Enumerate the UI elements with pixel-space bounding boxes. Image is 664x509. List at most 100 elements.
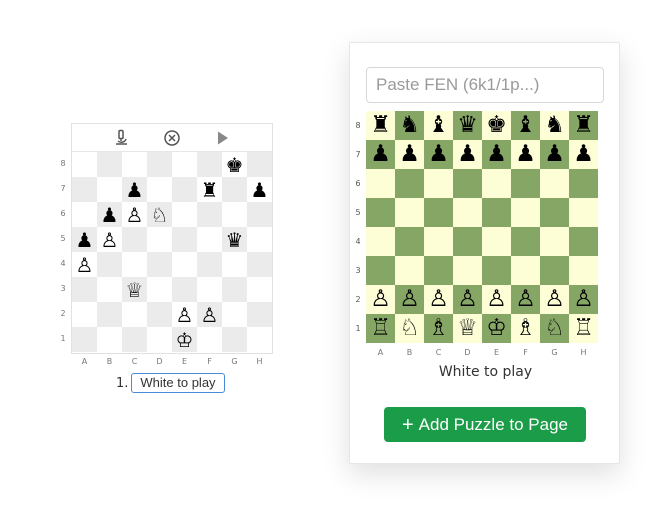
black-king-icon[interactable]: ♚ — [486, 114, 507, 137]
editor-square-c6[interactable] — [424, 169, 453, 198]
play-icon[interactable] — [212, 127, 234, 149]
puzzle-square-g5[interactable]: ♛ — [222, 227, 247, 252]
white-pawn-icon[interactable]: ♙ — [428, 288, 449, 311]
editor-square-e1[interactable]: ♔ — [482, 314, 511, 343]
puzzle-square-b5[interactable]: ♙ — [97, 227, 122, 252]
puzzle-square-h2[interactable] — [247, 302, 272, 327]
editor-square-h4[interactable] — [569, 227, 598, 256]
white-pawn-icon[interactable]: ♙ — [573, 288, 594, 311]
puzzle-square-b3[interactable] — [97, 277, 122, 302]
white-rook-icon[interactable]: ♖ — [370, 317, 391, 340]
editor-square-d1[interactable]: ♕ — [453, 314, 482, 343]
editor-square-c3[interactable] — [424, 256, 453, 285]
puzzle-square-g3[interactable] — [222, 277, 247, 302]
puzzle-square-f8[interactable] — [197, 152, 222, 177]
white-pawn-icon[interactable]: ♙ — [176, 305, 194, 325]
editor-square-g1[interactable]: ♘ — [540, 314, 569, 343]
editor-square-f1[interactable]: ♗ — [511, 314, 540, 343]
editor-square-a6[interactable] — [366, 169, 395, 198]
fen-input[interactable]: Paste FEN (6k1/1p...) — [366, 67, 604, 103]
puzzle-square-b6[interactable]: ♟ — [97, 202, 122, 227]
editor-square-a8[interactable]: ♜ — [366, 111, 395, 140]
black-pawn-icon[interactable]: ♟ — [486, 143, 507, 166]
puzzle-square-c3[interactable]: ♕ — [122, 277, 147, 302]
clear-icon[interactable] — [161, 127, 183, 149]
black-pawn-icon[interactable]: ♟ — [101, 205, 119, 225]
puzzle-square-d5[interactable] — [147, 227, 172, 252]
add-puzzle-button[interactable]: + Add Puzzle to Page — [384, 407, 586, 442]
black-pawn-icon[interactable]: ♟ — [428, 143, 449, 166]
puzzle-square-d4[interactable] — [147, 252, 172, 277]
move-input[interactable]: White to play — [131, 373, 225, 393]
puzzle-square-e2[interactable]: ♙ — [172, 302, 197, 327]
editor-square-a1[interactable]: ♖ — [366, 314, 395, 343]
editor-square-c1[interactable]: ♗ — [424, 314, 453, 343]
puzzle-square-d7[interactable] — [147, 177, 172, 202]
white-rook-icon[interactable]: ♖ — [573, 317, 594, 340]
black-bishop-icon[interactable]: ♝ — [428, 114, 449, 137]
white-pawn-icon[interactable]: ♙ — [399, 288, 420, 311]
white-knight-icon[interactable]: ♘ — [151, 205, 169, 225]
white-pawn-icon[interactable]: ♙ — [126, 205, 144, 225]
puzzle-square-c8[interactable] — [122, 152, 147, 177]
editor-square-a2[interactable]: ♙ — [366, 285, 395, 314]
white-pawn-icon[interactable]: ♙ — [370, 288, 391, 311]
puzzle-square-f3[interactable] — [197, 277, 222, 302]
puzzle-square-d1[interactable] — [147, 327, 172, 352]
editor-square-c2[interactable]: ♙ — [424, 285, 453, 314]
editor-square-d4[interactable] — [453, 227, 482, 256]
editor-square-g8[interactable]: ♞ — [540, 111, 569, 140]
black-bishop-icon[interactable]: ♝ — [515, 114, 536, 137]
puzzle-square-h1[interactable] — [247, 327, 272, 352]
puzzle-square-e5[interactable] — [172, 227, 197, 252]
white-pawn-icon[interactable]: ♙ — [486, 288, 507, 311]
editor-square-d5[interactable] — [453, 198, 482, 227]
puzzle-square-c1[interactable] — [122, 327, 147, 352]
editor-square-d6[interactable] — [453, 169, 482, 198]
white-bishop-icon[interactable]: ♗ — [428, 317, 449, 340]
editor-square-c5[interactable] — [424, 198, 453, 227]
editor-square-g3[interactable] — [540, 256, 569, 285]
black-pawn-icon[interactable]: ♟ — [126, 180, 144, 200]
white-queen-icon[interactable]: ♕ — [457, 317, 478, 340]
editor-square-h2[interactable]: ♙ — [569, 285, 598, 314]
editor-square-a5[interactable] — [366, 198, 395, 227]
puzzle-square-e6[interactable] — [172, 202, 197, 227]
puzzle-square-a7[interactable] — [72, 177, 97, 202]
white-knight-icon[interactable]: ♘ — [399, 317, 420, 340]
puzzle-square-b4[interactable] — [97, 252, 122, 277]
white-pawn-icon[interactable]: ♙ — [544, 288, 565, 311]
puzzle-square-a6[interactable] — [72, 202, 97, 227]
editor-square-g2[interactable]: ♙ — [540, 285, 569, 314]
editor-square-h5[interactable] — [569, 198, 598, 227]
black-pawn-icon[interactable]: ♟ — [573, 143, 594, 166]
white-king-icon[interactable]: ♔ — [486, 317, 507, 340]
editor-square-e7[interactable]: ♟ — [482, 140, 511, 169]
puzzle-square-b8[interactable] — [97, 152, 122, 177]
editor-square-b5[interactable] — [395, 198, 424, 227]
black-knight-icon[interactable]: ♞ — [544, 114, 565, 137]
editor-square-b4[interactable] — [395, 227, 424, 256]
editor-board[interactable]: ♜ ♞ ♝ ♛ ♚ ♝ ♞ ♜ ♟ ♟ ♟ ♟ ♟ ♟ ♟ ♟ ♙ ♙ ♙ ♙ ♙ ♙ ♙ ♙ ♖ ♘ ♗ ♕ ♔ ♗ ♘ ♖ — [366, 111, 598, 343]
puzzle-square-h3[interactable] — [247, 277, 272, 302]
editor-square-h8[interactable]: ♜ — [569, 111, 598, 140]
white-pawn-icon[interactable]: ♙ — [101, 230, 119, 250]
puzzle-square-a4[interactable]: ♙ — [72, 252, 97, 277]
puzzle-square-b7[interactable] — [97, 177, 122, 202]
black-king-icon[interactable]: ♚ — [226, 155, 244, 175]
editor-square-e2[interactable]: ♙ — [482, 285, 511, 314]
editor-square-h6[interactable] — [569, 169, 598, 198]
editor-square-b3[interactable] — [395, 256, 424, 285]
white-pawn-icon[interactable]: ♙ — [515, 288, 536, 311]
puzzle-square-b1[interactable] — [97, 327, 122, 352]
black-pawn-icon[interactable]: ♟ — [457, 143, 478, 166]
black-pawn-icon[interactable]: ♟ — [399, 143, 420, 166]
puzzle-square-e8[interactable] — [172, 152, 197, 177]
editor-square-d8[interactable]: ♛ — [453, 111, 482, 140]
puzzle-square-c4[interactable] — [122, 252, 147, 277]
puzzle-square-c6[interactable]: ♙ — [122, 202, 147, 227]
editor-square-c4[interactable] — [424, 227, 453, 256]
editor-square-c8[interactable]: ♝ — [424, 111, 453, 140]
black-pawn-icon[interactable]: ♟ — [515, 143, 536, 166]
editor-square-b1[interactable]: ♘ — [395, 314, 424, 343]
